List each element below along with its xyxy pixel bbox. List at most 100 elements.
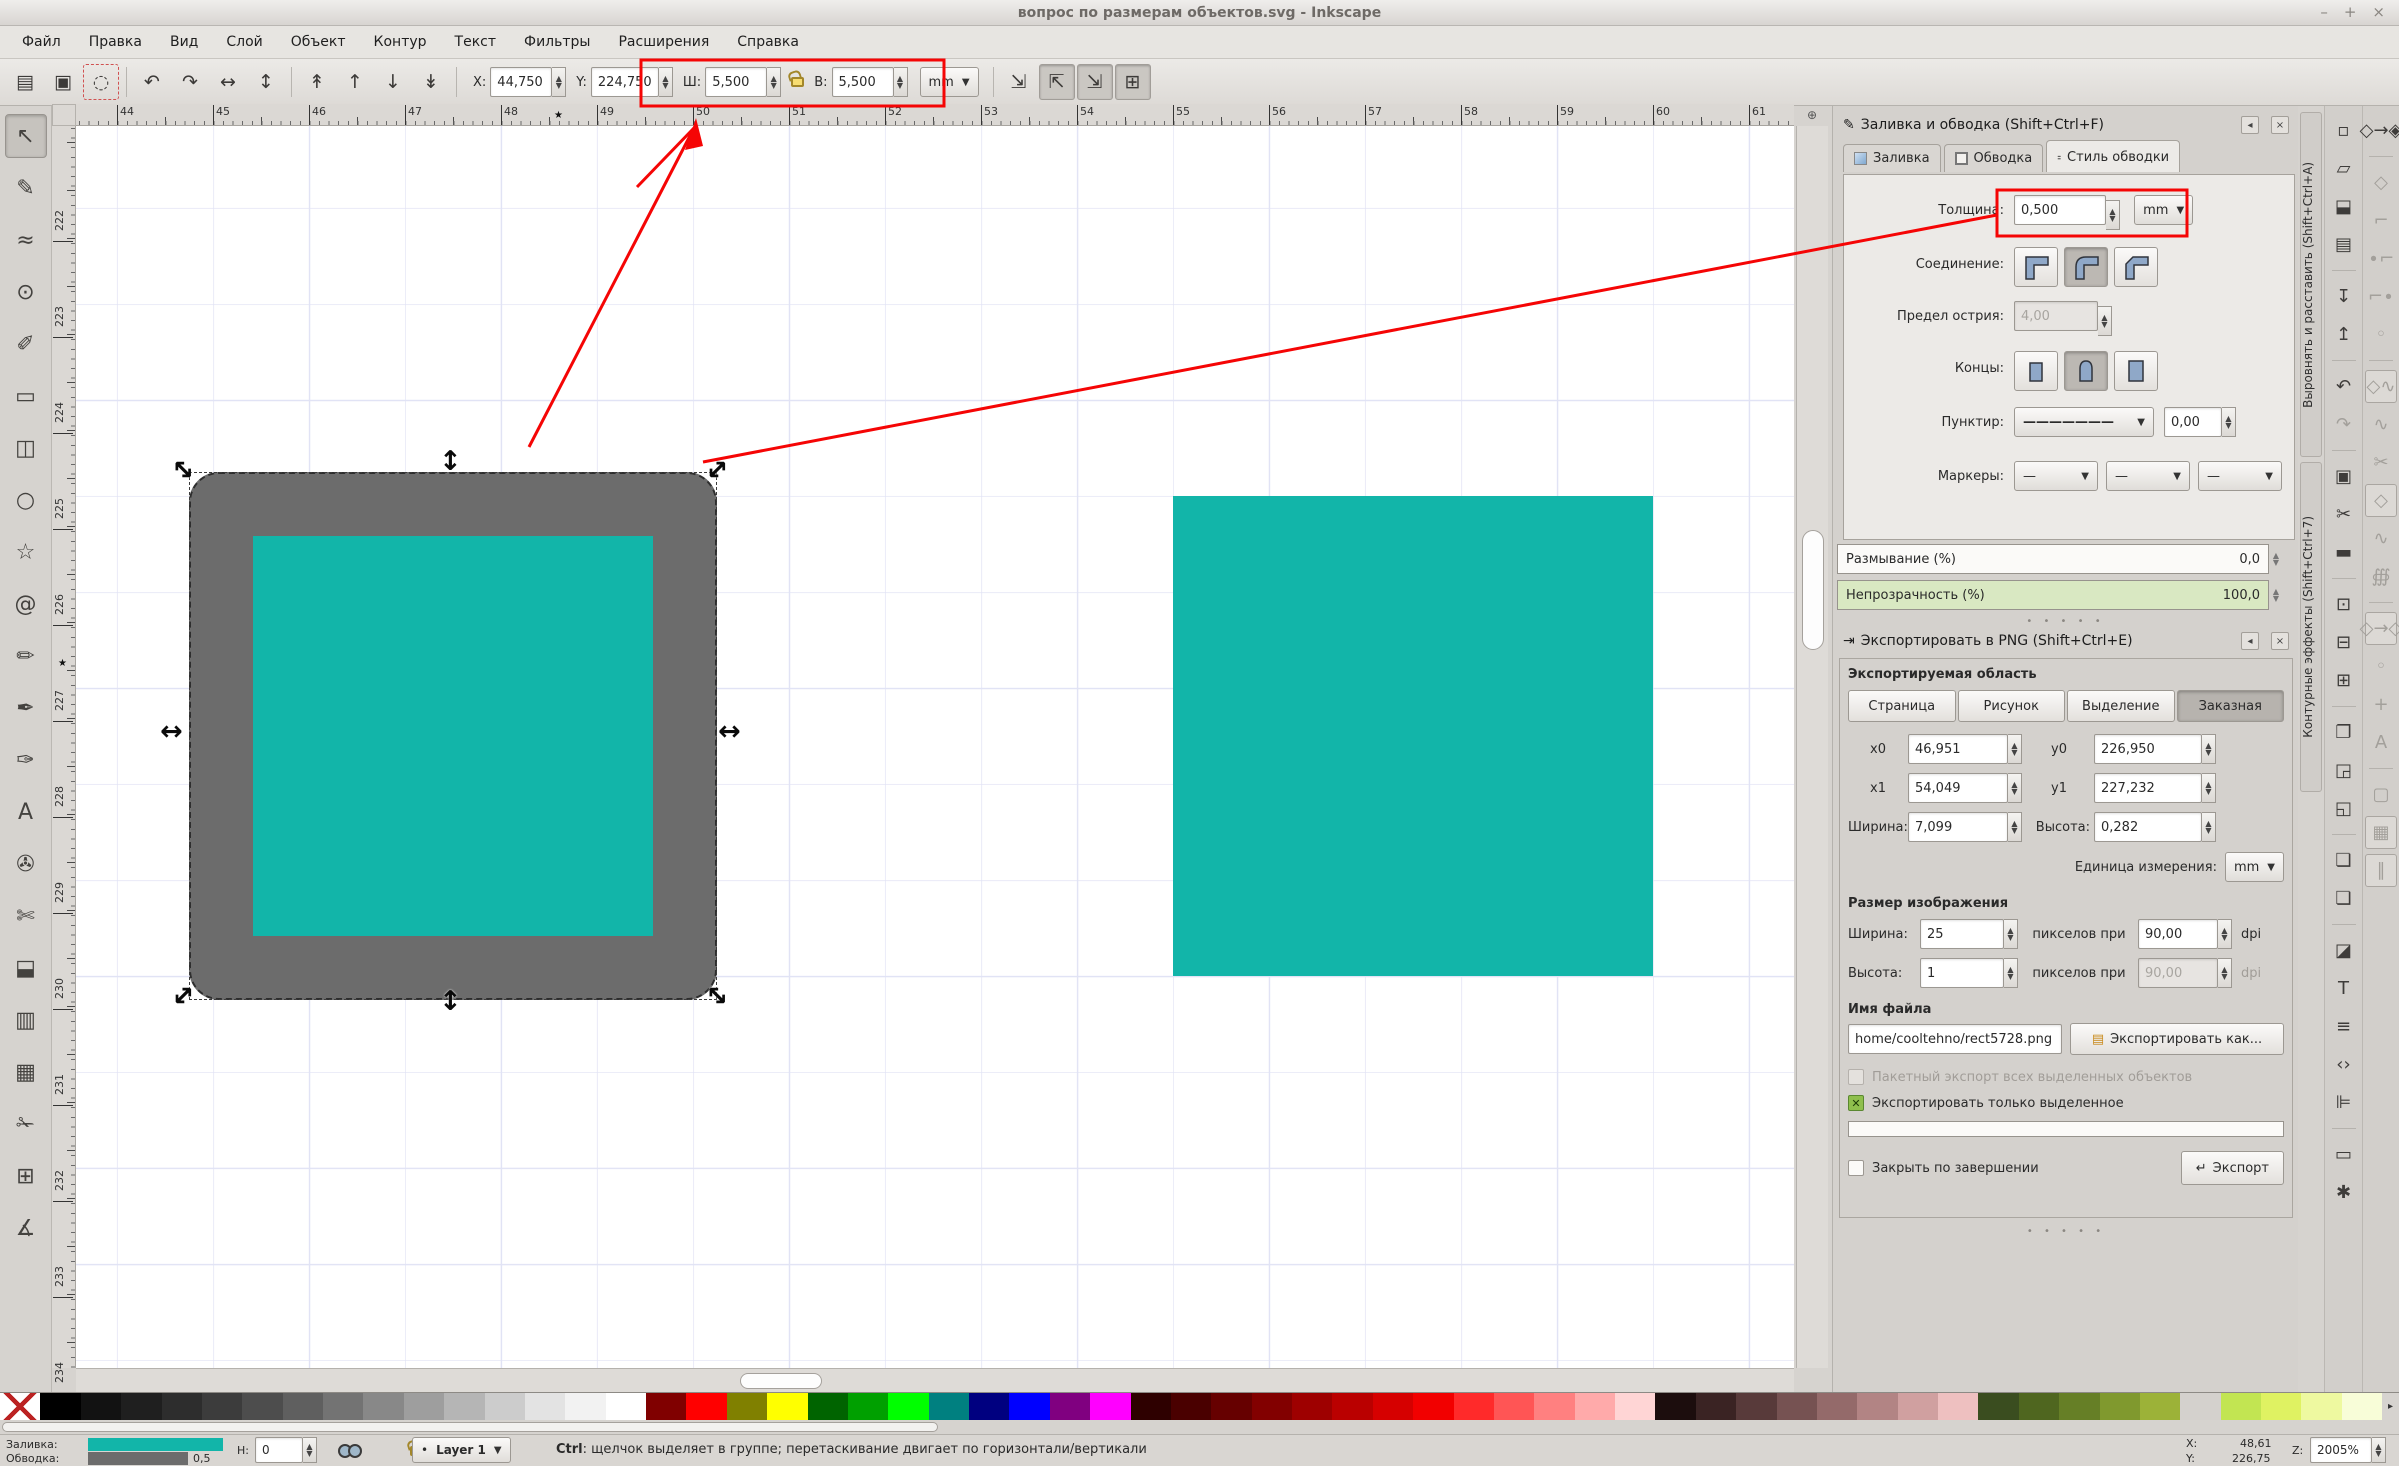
palette-swatch[interactable] [1494,1393,1534,1420]
palette-swatch[interactable] [1373,1393,1413,1420]
palette-swatch[interactable] [1413,1393,1453,1420]
join-miter-button[interactable] [2014,247,2058,287]
dock-close-icon[interactable]: × [2271,632,2289,650]
layers-dialog-icon[interactable]: ≡ [2328,1010,2360,1043]
save-document-icon[interactable]: ⬓ [2328,190,2360,223]
gradient-tool[interactable]: ▥ [5,998,47,1042]
snap-grid-icon[interactable]: ▦ [2365,816,2397,849]
opacity-indicator-field[interactable]: 0 [255,1437,303,1463]
dock-collapse-icon[interactable]: ◂ [2241,116,2259,134]
box3d-tool[interactable]: ◫ [5,426,47,470]
snap-rotation-center-icon[interactable]: + [2365,688,2397,721]
palette-swatch[interactable] [565,1393,605,1420]
y1-spinner[interactable]: ▲▼ [2202,773,2216,803]
document-properties-icon[interactable]: ▭ [2328,1138,2360,1171]
ellipse-tool[interactable]: ○ [5,478,47,522]
stroke-unit-dropdown[interactable]: mm▼ [2134,195,2193,225]
palette-swatch[interactable] [2180,1393,2220,1420]
lock-ratio-icon[interactable] [791,77,804,87]
snap-object-center-icon[interactable]: ◦ [2365,650,2397,683]
cap-butt-button[interactable] [2014,351,2058,391]
y-spinner[interactable]: ▲▼ [659,67,673,97]
menu-Фильтры[interactable]: Фильтры [512,30,602,54]
dpi-width-spinner[interactable]: ▲▼ [2218,919,2232,949]
canvas[interactable]: ↔↕↔↔↔↔↕↔ [76,126,1794,1368]
scale-gradients-toggle[interactable]: ⇲ [1077,64,1113,100]
path-effects-tab[interactable]: Контурные эффекты (Shift+Ctrl+7) [2300,462,2322,792]
palette-swatch[interactable] [2342,1393,2382,1420]
palette-swatch[interactable] [40,1393,80,1420]
menu-Расширения[interactable]: Расширения [606,30,721,54]
handle-middle-right[interactable]: ↔ [718,718,741,745]
palette-swatch[interactable] [2301,1393,2341,1420]
handle-top-center[interactable]: ↕ [439,448,462,475]
node-tool[interactable]: ✎ [5,166,47,210]
y1-field[interactable]: 227,232 [2094,773,2202,803]
palette-swatch[interactable] [969,1393,1009,1420]
paste-icon[interactable]: ▬ [2328,536,2360,569]
palette-scroll-arrow-icon[interactable]: ▸ [2382,1392,2399,1420]
palette-swatch[interactable] [2100,1393,2140,1420]
menu-Вид[interactable]: Вид [158,30,210,54]
stroke-width-field[interactable]: 0,500 [2014,195,2106,225]
area-height-spinner[interactable]: ▲▼ [2202,812,2216,842]
y-field[interactable]: 224,750 [591,67,659,97]
palette-swatch[interactable] [1211,1393,1251,1420]
ungroup-icon[interactable]: ❏ [2328,882,2360,915]
palette-swatch[interactable] [929,1393,969,1420]
snap-nodes-icon[interactable]: ◇∿ [2365,370,2397,403]
img-width-field[interactable]: 25 [1920,919,2004,949]
close-on-done-checkbox[interactable] [1848,1160,1864,1176]
dropper-tool[interactable]: ✁ [5,1102,47,1146]
palette-swatch[interactable] [1817,1393,1857,1420]
x-field[interactable]: 44,750 [490,67,552,97]
palette-swatch[interactable] [121,1393,161,1420]
dock-collapse-icon[interactable]: ◂ [2241,632,2259,650]
y0-spinner[interactable]: ▲▼ [2202,734,2216,764]
pen-tool[interactable]: ✒ [5,686,47,730]
marker-mid-dropdown[interactable]: —▼ [2106,461,2190,491]
export-icon[interactable]: ↥ [2328,318,2360,351]
area-width-spinner[interactable]: ▲▼ [2008,812,2022,842]
spray-tool[interactable]: ✇ [5,842,47,886]
copy-icon[interactable]: ▣ [2328,460,2360,493]
align-distribute-tab[interactable]: Выровнять и расставить (Shift+Ctrl+A) [2300,112,2322,457]
xml-editor-icon[interactable]: ‹› [2328,1048,2360,1081]
palette-swatch[interactable] [686,1393,726,1420]
palette-none-swatch[interactable] [0,1393,40,1420]
palette-swatch[interactable] [1575,1393,1615,1420]
x1-field[interactable]: 54,049 [1908,773,2008,803]
vertical-scrollbar-thumb[interactable] [1802,530,1824,650]
palette-swatch[interactable] [283,1393,323,1420]
raise-icon[interactable]: ↑ [337,64,373,100]
calligraphy-tool[interactable]: ✑ [5,738,47,782]
palette-swatch[interactable] [485,1393,525,1420]
height-spinner[interactable]: ▲▼ [894,67,908,97]
palette-swatch[interactable] [404,1393,444,1420]
flip-vertical-icon[interactable]: ↕ [248,64,284,100]
dash-pattern-dropdown[interactable]: ———————▼ [2014,407,2154,437]
menu-Справка[interactable]: Справка [725,30,811,54]
palette-swatch[interactable] [2059,1393,2099,1420]
scale-corners-toggle[interactable]: ⇱ [1039,64,1075,100]
lpe-tool[interactable]: ∡ [5,1206,47,1250]
snap-smooth-nodes-icon[interactable]: ∿ [2365,522,2397,555]
palette-swatch[interactable] [606,1393,646,1420]
palette-swatch[interactable] [1292,1393,1332,1420]
close-button[interactable]: × [2372,3,2385,21]
palette-swatch[interactable] [1131,1393,1171,1420]
filename-input[interactable]: home/cooltehno/rect5728.png [1848,1024,2062,1054]
vertical-ruler[interactable]: 222223224225226227228229230231232233234★ [52,126,76,1368]
opacity-indicator-spinner[interactable]: ▲▼ [303,1437,317,1463]
deselect-icon[interactable]: ◌ [83,64,119,100]
palette-swatch[interactable] [1978,1393,2018,1420]
join-bevel-button[interactable] [2114,247,2158,287]
join-round-button[interactable] [2064,247,2108,287]
palette-swatch[interactable] [1332,1393,1372,1420]
snap-bbox-icon[interactable]: ◇ [2365,166,2397,199]
handle-middle-left[interactable]: ↔ [160,718,183,745]
palette-swatch[interactable] [323,1393,363,1420]
menu-Слой[interactable]: Слой [214,30,274,54]
mesh-tool[interactable]: ▦ [5,1050,47,1094]
zoom-field[interactable]: 2005% [2310,1437,2372,1463]
